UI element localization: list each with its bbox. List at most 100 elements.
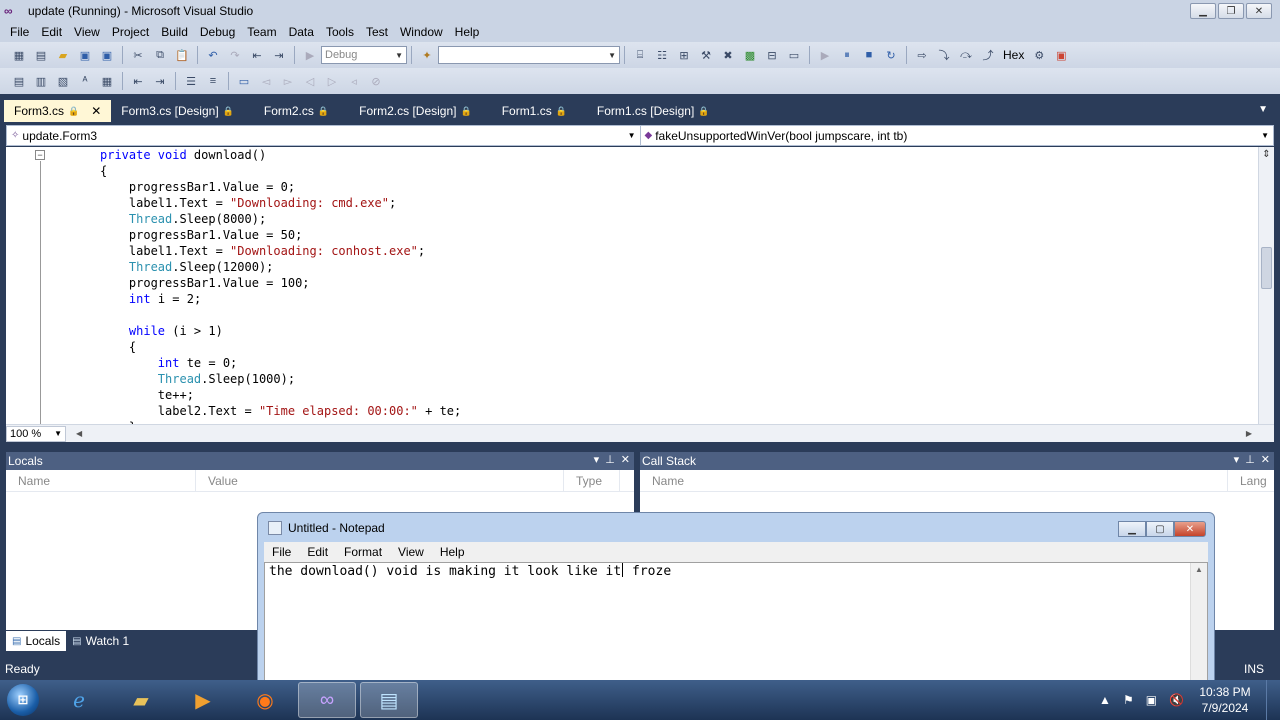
list-members-icon[interactable]: ▤ — [11, 73, 27, 89]
notepad-menu-view[interactable]: View — [390, 545, 432, 559]
class-selector[interactable]: ✧ update.Form3 ▼ — [7, 126, 641, 145]
pin-icon[interactable]: ⊥ — [1245, 453, 1255, 466]
menu-project[interactable]: Project — [106, 22, 155, 42]
close-icon[interactable]: ✕ — [621, 453, 630, 466]
previous-bookmark-document-icon[interactable]: ◃ — [346, 73, 362, 89]
next-bookmark-icon[interactable]: ▻ — [280, 73, 296, 89]
close-button[interactable]: ✕ — [1174, 521, 1206, 537]
step-out-icon[interactable]: ⤴ — [980, 47, 996, 63]
open-file-icon[interactable]: ▰ — [55, 47, 71, 63]
scroll-right-icon[interactable]: ▶ — [1246, 429, 1252, 438]
firefox-icon[interactable]: ◉ — [236, 682, 294, 718]
zoom-combo[interactable]: 100 % ▼ — [6, 425, 66, 442]
notepad-vertical-scrollbar[interactable]: ▲ — [1190, 563, 1207, 682]
split-window-icon[interactable]: ⇕ — [1260, 149, 1273, 161]
show-threads-icon[interactable]: ⚙ — [1031, 47, 1047, 63]
tab-watch-1[interactable]: ▤ Watch 1 — [66, 631, 135, 651]
parameter-info-icon[interactable]: ▥ — [33, 73, 49, 89]
action-center-flag-icon[interactable]: ⚑ — [1123, 693, 1134, 707]
step-into-icon[interactable]: ⤵ — [936, 47, 952, 63]
menu-test[interactable]: Test — [360, 22, 394, 42]
menu-window[interactable]: Window — [394, 22, 449, 42]
tab-form2-cs[interactable]: Form2.cs 🔒 — [254, 100, 339, 122]
close-tab-icon[interactable]: ✕ — [91, 104, 101, 118]
extension-manager-icon[interactable]: ▩ — [742, 47, 758, 63]
uncomment-icon[interactable]: ≡ — [205, 73, 221, 89]
complete-word-icon[interactable]: ᴬ — [77, 73, 93, 89]
comment-out-icon[interactable]: ☰ — [183, 73, 199, 89]
next-bookmark-folder-icon[interactable]: ▷ — [324, 73, 340, 89]
maximize-button[interactable]: ▢ — [1146, 521, 1174, 537]
notepad-text-area[interactable]: the download() void is making it look li… — [264, 562, 1208, 683]
pin-icon[interactable]: ⊥ — [605, 453, 615, 466]
decrease-indent-icon[interactable]: ⇤ — [130, 73, 146, 89]
tab-form3-design[interactable]: Form3.cs [Design] 🔒 — [111, 100, 244, 122]
window-position-icon[interactable]: ▾ — [594, 453, 600, 466]
column-type[interactable]: Type — [564, 470, 620, 491]
close-button[interactable]: ✕ — [1246, 3, 1272, 19]
column-name[interactable]: Name — [6, 470, 196, 491]
menu-view[interactable]: View — [68, 22, 106, 42]
paste-icon[interactable]: 📋 — [174, 47, 190, 63]
menu-edit[interactable]: Edit — [35, 22, 68, 42]
column-lang[interactable]: Lang — [1228, 470, 1274, 491]
clock[interactable]: 10:38 PM 7/9/2024 — [1190, 684, 1260, 716]
solution-explorer-icon[interactable]: ⌸ — [632, 47, 648, 63]
menu-tools[interactable]: Tools — [320, 22, 360, 42]
save-all-icon[interactable]: ▣ — [99, 47, 115, 63]
tab-locals[interactable]: ▤ Locals — [6, 631, 67, 651]
new-project-icon[interactable]: ▦ — [11, 47, 27, 63]
show-hidden-icons-icon[interactable]: ▲ — [1099, 693, 1111, 707]
show-desktop-button[interactable] — [1266, 680, 1280, 720]
navigate-backward-icon[interactable]: ⇤ — [249, 47, 265, 63]
minimize-button[interactable]: ▁ — [1190, 3, 1216, 19]
tab-form1-design[interactable]: Form1.cs [Design] 🔒 — [587, 100, 720, 122]
scrollbar-thumb[interactable] — [1261, 247, 1272, 289]
file-explorer-icon[interactable]: ▰ — [112, 682, 170, 718]
restart-icon[interactable]: ↻ — [883, 47, 899, 63]
internet-explorer-icon[interactable]: ℯ — [50, 682, 108, 718]
menu-data[interactable]: Data — [283, 22, 320, 42]
continue-icon[interactable]: ▶ — [817, 47, 833, 63]
copy-icon[interactable]: ⧉ — [152, 47, 168, 63]
start-debugging-icon[interactable]: ▶ — [302, 47, 318, 63]
notepad-icon[interactable]: ▤ — [360, 682, 418, 718]
show-next-statement-icon[interactable]: ⇨ — [914, 47, 930, 63]
increase-indent-icon[interactable]: ⇥ — [152, 73, 168, 89]
display-word-icon[interactable]: ▦ — [99, 73, 115, 89]
restore-button[interactable]: ❐ — [1218, 3, 1244, 19]
column-name[interactable]: Name — [640, 470, 1228, 491]
media-player-icon[interactable]: ▶ — [174, 682, 232, 718]
breakpoints-icon[interactable]: ▣ — [1053, 47, 1069, 63]
menu-debug[interactable]: Debug — [194, 22, 241, 42]
previous-bookmark-icon[interactable]: ◅ — [258, 73, 274, 89]
collapse-region-icon[interactable]: − — [35, 150, 45, 160]
scroll-left-icon[interactable]: ◀ — [76, 429, 82, 438]
add-item-icon[interactable]: ▤ — [33, 47, 49, 63]
find-in-files-icon[interactable]: ✦ — [419, 47, 435, 63]
code-editor[interactable]: − private void download(){ progressBar1.… — [6, 147, 1274, 424]
editor-vertical-scrollbar[interactable]: ⇕ — [1258, 147, 1274, 424]
quick-info-icon[interactable]: ▧ — [55, 73, 71, 89]
network-icon[interactable]: ▣ — [1146, 693, 1157, 707]
find-combo[interactable]: ▼ — [438, 46, 620, 64]
tools-icon[interactable]: ✖ — [720, 47, 736, 63]
close-icon[interactable]: ✕ — [1261, 453, 1270, 466]
cut-icon[interactable]: ✂ — [130, 47, 146, 63]
break-all-icon[interactable]: ⏸ — [839, 47, 855, 63]
volume-muted-icon[interactable]: 🔇 — [1169, 693, 1184, 707]
object-browser-icon[interactable]: ⊞ — [676, 47, 692, 63]
save-icon[interactable]: ▣ — [77, 47, 93, 63]
solution-configuration-combo[interactable]: Debug ▼ — [321, 46, 407, 64]
notepad-title-bar[interactable]: Untitled - Notepad — [258, 513, 1214, 543]
menu-file[interactable]: File — [4, 22, 35, 42]
menu-team[interactable]: Team — [241, 22, 282, 42]
notepad-menu-file[interactable]: File — [264, 545, 299, 559]
tab-list-dropdown-icon[interactable]: ▼ — [1258, 104, 1268, 115]
minimize-button[interactable]: ▁ — [1118, 521, 1146, 537]
step-over-icon[interactable]: ⤼ — [958, 47, 974, 63]
scroll-up-icon[interactable]: ▲ — [1195, 565, 1203, 574]
notepad-menu-edit[interactable]: Edit — [299, 545, 336, 559]
navigate-forward-icon[interactable]: ⇥ — [271, 47, 287, 63]
menu-help[interactable]: Help — [449, 22, 486, 42]
